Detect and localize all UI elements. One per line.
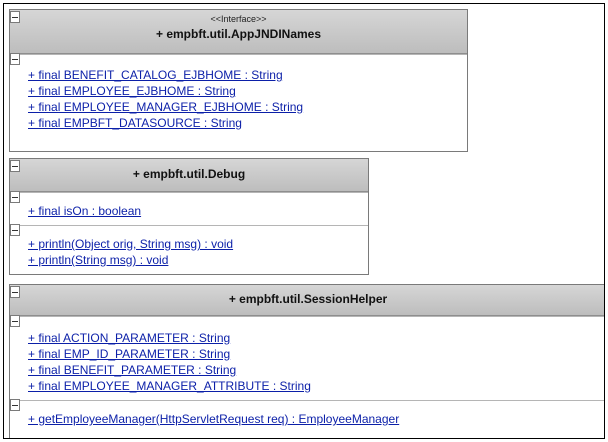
- collapse-toggle-icon[interactable]: [10, 160, 20, 172]
- attribute-item[interactable]: + final BENEFIT_CATALOG_EJBHOME : String: [28, 67, 467, 83]
- class-stereotype: <<Interface>>: [210, 14, 267, 24]
- collapse-toggle-icon[interactable]: [10, 53, 20, 65]
- operation-item[interactable]: + getEmployeeManager(HttpServletRequest …: [28, 411, 604, 427]
- attribute-item[interactable]: + final EMPLOYEE_MANAGER_ATTRIBUTE : Str…: [28, 378, 604, 394]
- class-name: + empbft.util.AppJNDINames: [155, 27, 322, 41]
- attributes-compartment: + final isOn : boolean: [10, 191, 368, 225]
- collapse-toggle-icon[interactable]: [10, 224, 20, 236]
- attribute-item[interactable]: + final EMPLOYEE_MANAGER_EJBHOME : Strin…: [28, 99, 467, 115]
- attribute-item[interactable]: + final EMP_ID_PARAMETER : String: [28, 346, 604, 362]
- class-name: + empbft.util.Debug: [132, 167, 246, 181]
- collapse-toggle-icon[interactable]: [10, 399, 20, 411]
- attributes-compartment: + final BENEFIT_CATALOG_EJBHOME : String…: [10, 53, 467, 135]
- operation-item[interactable]: + println(String msg) : void: [28, 252, 368, 268]
- operations-compartment: + println(Object orig, String msg) : voi…: [10, 224, 368, 272]
- attribute-item[interactable]: + final isOn : boolean: [28, 203, 368, 219]
- attributes-compartment: + final ACTION_PARAMETER : String + fina…: [10, 315, 604, 400]
- attribute-item[interactable]: + final EMPBFT_DATASOURCE : String: [28, 115, 467, 131]
- class-box-appjndinames[interactable]: <<Interface>> + empbft.util.AppJNDINames…: [9, 9, 468, 152]
- class-header[interactable]: + empbft.util.Debug: [10, 159, 368, 192]
- collapse-toggle-icon[interactable]: [10, 315, 20, 327]
- class-name: + empbft.util.SessionHelper: [228, 292, 388, 306]
- collapse-toggle-icon[interactable]: [10, 11, 20, 23]
- attribute-item[interactable]: + final EMPLOYEE_EJBHOME : String: [28, 83, 467, 99]
- class-box-sessionhelper[interactable]: + empbft.util.SessionHelper + final ACTI…: [9, 284, 604, 438]
- class-box-debug[interactable]: + empbft.util.Debug + final isOn : boole…: [9, 158, 369, 275]
- diagram-canvas: <<Interface>> + empbft.util.AppJNDINames…: [3, 3, 605, 439]
- collapse-toggle-icon[interactable]: [10, 191, 20, 203]
- operations-compartment: + getEmployeeManager(HttpServletRequest …: [10, 399, 604, 431]
- collapse-toggle-icon[interactable]: [10, 286, 20, 298]
- attribute-item[interactable]: + final ACTION_PARAMETER : String: [28, 330, 604, 346]
- operation-item[interactable]: + println(Object orig, String msg) : voi…: [28, 236, 368, 252]
- class-header[interactable]: <<Interface>> + empbft.util.AppJNDINames: [10, 10, 467, 54]
- class-header[interactable]: + empbft.util.SessionHelper: [10, 285, 604, 316]
- attribute-item[interactable]: + final BENEFIT_PARAMETER : String: [28, 362, 604, 378]
